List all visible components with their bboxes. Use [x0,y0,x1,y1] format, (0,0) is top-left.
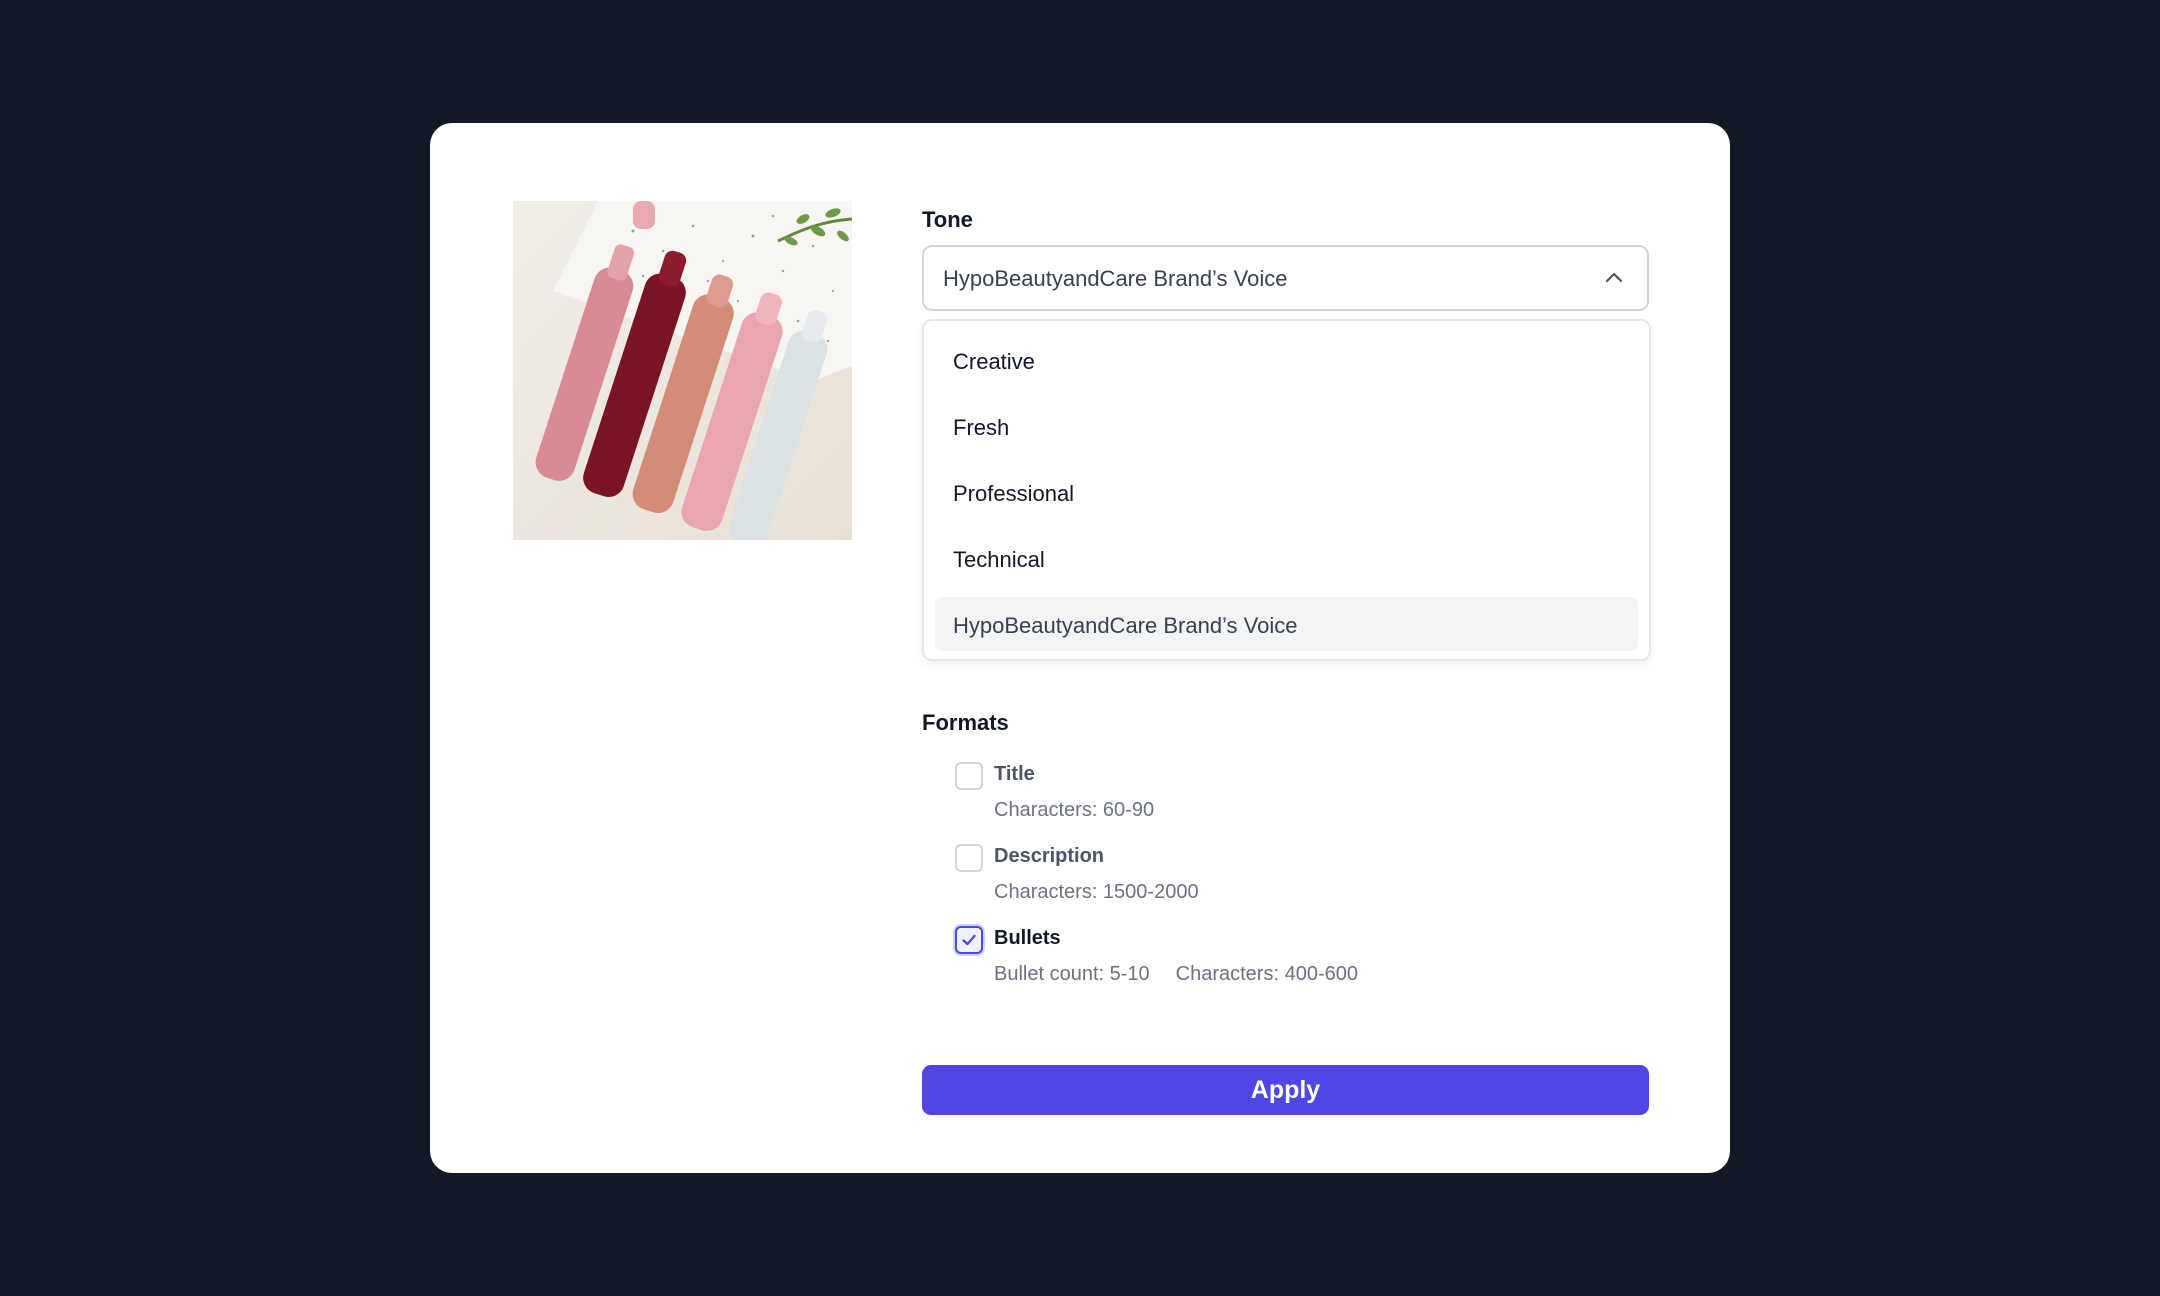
format-meta-text: Characters: 400-600 [1175,963,1358,985]
tone-dropdown-menu: Creative Fresh Professional Technical Hy… [922,319,1651,661]
format-meta-text: Characters: 1500-2000 [994,881,1199,903]
format-meta-text: Characters: 60-90 [994,799,1155,821]
tone-option-label: Creative [953,349,1035,374]
tone-option-professional[interactable]: Professional [935,465,1638,519]
tone-label: Tone [922,207,973,232]
format-description-label: Description [994,845,1105,867]
tone-option-fresh[interactable]: Fresh [935,399,1638,453]
format-bullets-meta: Bullet count: 5-10 Characters: 400-600 [994,963,1358,986]
tone-option-brand-voice[interactable]: HypoBeautyandCare Brand’s Voice [935,597,1638,651]
format-meta-text: Bullet count: 5-10 [994,963,1150,985]
format-title-meta: Characters: 60-90 [994,799,1154,822]
tone-option-label: Fresh [953,415,1010,440]
tone-option-label: Professional [953,481,1075,506]
format-bullets-label: Bullets [994,927,1061,949]
chevron-up-icon [1603,267,1625,289]
tone-option-label: HypoBeautyandCare Brand’s Voice [953,613,1298,638]
apply-button[interactable]: Apply [922,1065,1649,1115]
product-photo-illustration [513,201,852,540]
bullets-checkbox[interactable] [955,926,983,954]
title-checkbox[interactable] [955,762,983,790]
formats-heading: Formats [922,710,1009,735]
description-checkbox[interactable] [955,844,983,872]
product-image [513,201,852,540]
checkmark-icon [962,934,976,946]
tone-select-value: HypoBeautyandCare Brand’s Voice [943,266,1288,291]
format-title-label: Title [994,763,1035,785]
tone-option-label: Technical [953,547,1045,572]
tone-select[interactable]: HypoBeautyandCare Brand’s Voice [922,245,1649,311]
tone-option-technical[interactable]: Technical [935,531,1638,585]
format-description-meta: Characters: 1500-2000 [994,881,1199,904]
tone-option-creative[interactable]: Creative [935,333,1638,387]
